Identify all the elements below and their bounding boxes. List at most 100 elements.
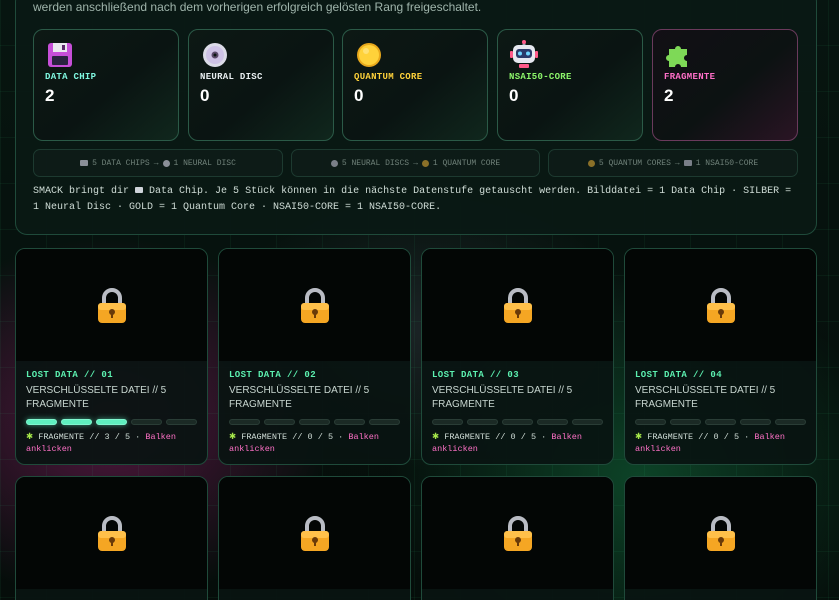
robot-icon — [510, 40, 538, 68]
fragment-bar[interactable] — [96, 419, 127, 425]
exchange-button-neural-discs[interactable]: 5 NEURAL DISCS → 1 QUANTUM CORE — [291, 149, 540, 177]
exchange-from: 5 NEURAL DISCS — [341, 158, 410, 168]
tile-title: VERSCHLÜSSELTE DATEI // 5 FRAGMENTE — [635, 385, 776, 410]
resource-name: FRAGMENTE — [664, 72, 716, 82]
fragment-count: FRAGMENTE // 0 / 5 · — [444, 432, 547, 442]
fragment-bar[interactable] — [166, 419, 197, 425]
fragment-bar[interactable] — [131, 419, 162, 425]
fragment-status: ✱ FRAGMENTE // 0 / 5 · Balken anklicken — [229, 431, 407, 455]
lock-icon — [504, 288, 532, 323]
lost-data-tile[interactable]: LOST DATA // 01 VERSCHLÜSSELTE DATEI // … — [15, 248, 208, 465]
resource-card-fragmente: FRAGMENTE 2 — [652, 29, 798, 141]
resource-cards: DATA CHIP 2 NEURAL DISC 0 QUANTUM CORE 0 — [33, 29, 798, 141]
puzzle-piece-icon: ✱ — [432, 432, 440, 442]
fragment-progress[interactable] — [26, 419, 197, 425]
lock-icon — [98, 288, 126, 323]
exchange-to: 1 QUANTUM CORE — [432, 158, 501, 168]
lost-data-tile[interactable] — [218, 476, 411, 600]
lost-data-tile[interactable]: LOST DATA // 04 VERSCHLÜSSELTE DATEI // … — [624, 248, 817, 465]
resource-card-data-chip: DATA CHIP 2 — [33, 29, 179, 141]
exchange-from: 5 DATA CHIPS — [92, 158, 150, 168]
lost-data-tile[interactable] — [15, 476, 208, 600]
floppy-disk-icon — [48, 43, 72, 67]
resource-count: 0 — [200, 86, 210, 105]
robot-icon — [683, 160, 692, 166]
exchange-to: 1 NSAI50-CORE — [695, 158, 759, 168]
fragment-bar[interactable] — [705, 419, 736, 425]
fragment-bar[interactable] — [334, 419, 365, 425]
fragment-status: ✱ FRAGMENTE // 0 / 5 · Balken anklicken — [432, 431, 610, 455]
resource-name: NEURAL DISC — [200, 72, 263, 82]
resource-name: QUANTUM CORE — [354, 72, 423, 82]
fragment-count: FRAGMENTE // 0 / 5 · — [241, 432, 344, 442]
fragment-bar[interactable] — [670, 419, 701, 425]
note-text-end: Data Chip. Je 5 Stück können in die näch… — [33, 186, 792, 213]
resource-name: DATA CHIP — [45, 72, 97, 82]
resource-count: 0 — [509, 86, 519, 105]
fragment-bar[interactable] — [264, 419, 295, 425]
fragment-progress[interactable] — [635, 419, 806, 425]
fragment-bar[interactable] — [502, 419, 533, 425]
exchange-to: 1 NEURAL DISC — [173, 158, 236, 168]
floppy-disk-icon — [80, 160, 89, 166]
intro-text: werden anschließend nach dem vorherigen … — [33, 0, 482, 14]
floppy-disk-icon — [135, 187, 144, 194]
resource-count: 2 — [664, 86, 674, 105]
gold-coin-icon — [357, 43, 381, 67]
lock-icon — [707, 288, 735, 323]
fragment-bar[interactable] — [775, 419, 806, 425]
lost-data-tile[interactable] — [421, 476, 614, 600]
optical-disc-icon — [162, 159, 170, 167]
tile-label: LOST DATA // 04 — [635, 370, 723, 380]
gold-coin-icon — [587, 159, 595, 167]
fragment-count: FRAGMENTE // 0 / 5 · — [647, 432, 750, 442]
resource-count: 0 — [354, 86, 364, 105]
tile-title: VERSCHLÜSSELTE DATEI // 5 FRAGMENTE — [432, 385, 573, 410]
puzzle-piece-icon: ✱ — [635, 432, 643, 442]
tile-label: LOST DATA // 03 — [432, 370, 520, 380]
fragment-progress[interactable] — [229, 419, 400, 425]
fragment-bar[interactable] — [635, 419, 666, 425]
fragment-bar[interactable] — [467, 419, 498, 425]
lost-data-tile[interactable]: LOST DATA // 02 VERSCHLÜSSELTE DATEI // … — [218, 248, 411, 465]
puzzle-piece-icon: ✱ — [229, 432, 237, 442]
tile-title: VERSCHLÜSSELTE DATEI // 5 FRAGMENTE — [229, 385, 370, 410]
resource-card-neural-disc: NEURAL DISC 0 — [188, 29, 334, 141]
tile-label: LOST DATA // 01 — [26, 370, 114, 380]
arrow-icon: → — [674, 158, 680, 168]
exchange-button-quantum-cores[interactable]: 5 QUANTUM CORES → 1 NSAI50-CORE — [548, 149, 798, 177]
puzzle-piece-icon — [666, 46, 687, 67]
puzzle-piece-icon: ✱ — [26, 432, 34, 442]
info-note: SMACK bringt dir Data Chip. Je 5 Stück k… — [33, 184, 793, 216]
fragment-bar[interactable] — [572, 419, 603, 425]
fragment-status: ✱ FRAGMENTE // 3 / 5 · Balken anklicken — [26, 431, 204, 455]
fragment-bar[interactable] — [432, 419, 463, 425]
resource-name: NSAI50-CORE — [509, 72, 572, 82]
lock-icon — [301, 516, 329, 551]
tile-title: VERSCHLÜSSELTE DATEI // 5 FRAGMENTE — [26, 385, 167, 410]
lock-icon — [301, 288, 329, 323]
arrow-icon: → — [413, 158, 418, 168]
fragment-bar[interactable] — [61, 419, 92, 425]
fragment-bar[interactable] — [229, 419, 260, 425]
tile-label: LOST DATA // 02 — [229, 370, 317, 380]
resource-card-nsai50-core: NSAI50-CORE 0 — [497, 29, 643, 141]
fragment-count: FRAGMENTE // 3 / 5 · — [38, 432, 141, 442]
exchange-row: 5 DATA CHIPS → 1 NEURAL DISC 5 NEURAL DI… — [33, 149, 798, 177]
fragment-progress[interactable] — [432, 419, 603, 425]
fragment-bar[interactable] — [740, 419, 771, 425]
gold-coin-icon — [421, 159, 429, 167]
fragment-bar[interactable] — [26, 419, 57, 425]
arrow-icon: → — [153, 158, 159, 168]
lost-data-tile[interactable] — [624, 476, 817, 600]
fragment-bar[interactable] — [299, 419, 330, 425]
fragment-status: ✱ FRAGMENTE // 0 / 5 · Balken anklicken — [635, 431, 813, 455]
lost-data-tile[interactable]: LOST DATA // 03 VERSCHLÜSSELTE DATEI // … — [421, 248, 614, 465]
fragment-bar[interactable] — [369, 419, 400, 425]
resource-count: 2 — [45, 86, 55, 105]
optical-disc-icon — [203, 43, 227, 67]
resource-card-quantum-core: QUANTUM CORE 0 — [342, 29, 488, 141]
exchange-button-data-chips[interactable]: 5 DATA CHIPS → 1 NEURAL DISC — [33, 149, 283, 177]
optical-disc-icon — [330, 159, 338, 167]
fragment-bar[interactable] — [537, 419, 568, 425]
